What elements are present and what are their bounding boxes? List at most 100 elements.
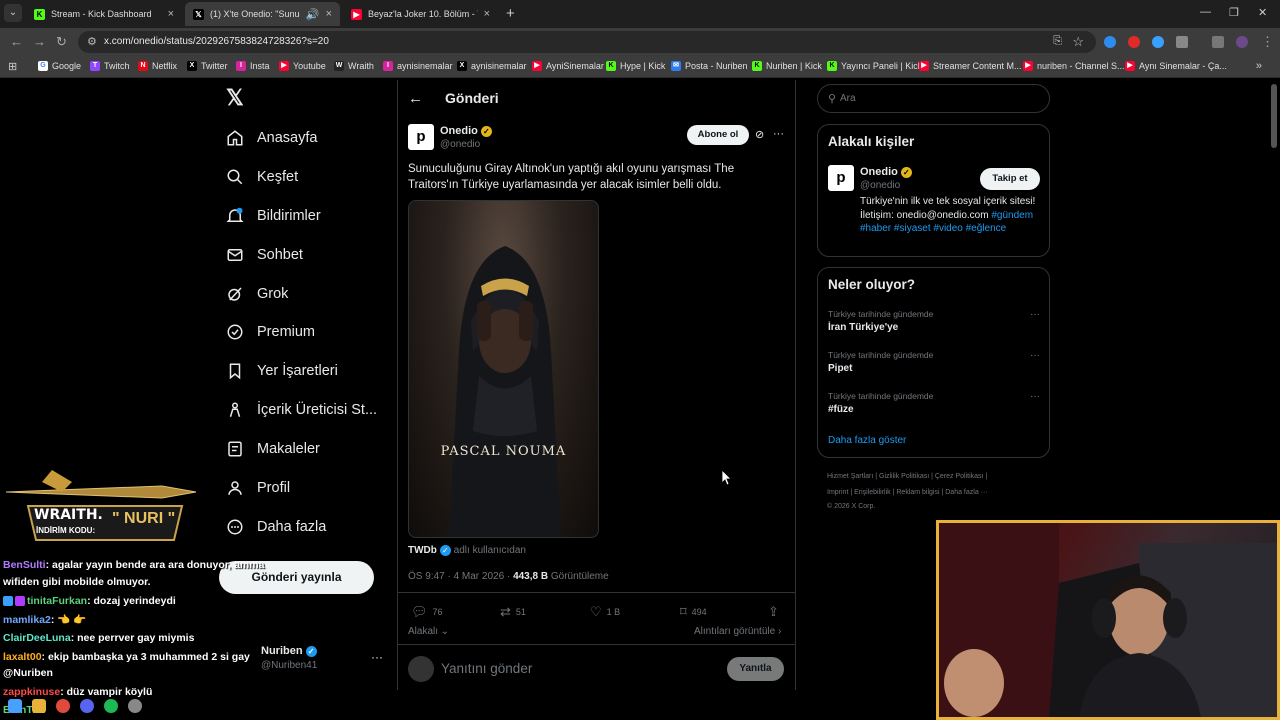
bookmark-aynisinemalar-yt[interactable]: ▶ AyniSinemalar xyxy=(532,61,604,71)
bookmark-ayni-sinemalar[interactable]: ▶ Aynı Sinemalar - Ça... xyxy=(1125,61,1227,71)
bookmark-insta[interactable]: I Insta xyxy=(236,61,270,71)
search-input[interactable]: ⚲ Ara xyxy=(817,84,1050,113)
url-field[interactable]: ⚙ x.com/onedio/status/202926758382472832… xyxy=(78,31,1096,53)
media-credit[interactable]: TWDb ✓ adlı kullanıcıdan xyxy=(408,545,526,556)
chevron-right-icon[interactable]: » xyxy=(1256,60,1262,72)
related-dropdown[interactable]: Alakalı ⌄ xyxy=(408,626,449,637)
tab-kick-dashboard[interactable]: K Stream - Kick Dashboard × xyxy=(26,2,182,26)
nav-creator-studio[interactable]: İçerik Üreticisi St... xyxy=(226,398,377,422)
trend-item[interactable]: Türkiye tarihinde gündemde #füze xyxy=(828,391,933,415)
puzzle-icon[interactable] xyxy=(1176,36,1188,48)
chat-message: mamlika2: 👈 👉 xyxy=(3,614,87,626)
windows-start-icon[interactable] xyxy=(8,699,22,713)
more-dots-icon[interactable]: ··· xyxy=(371,650,383,664)
grok-icon[interactable]: ⊘ xyxy=(755,128,764,141)
sponsor-logo: WRAITH. İNDİRİM KODU: " NURI " xyxy=(2,462,198,546)
scrollbar[interactable] xyxy=(1271,84,1277,148)
close-icon[interactable]: × xyxy=(326,8,332,20)
nav-notifications[interactable]: Bildirimler xyxy=(226,204,321,228)
bookmark-wraith[interactable]: W Wraith xyxy=(334,61,374,71)
reload-icon[interactable]: ↻ xyxy=(56,34,67,50)
bookmark-aynisinemalar-x[interactable]: Xaynisinemalar xyxy=(457,61,527,71)
repost-action[interactable]: ⇄ 51 xyxy=(500,604,526,620)
bookmark-twitch[interactable]: T Twitch xyxy=(90,61,130,71)
folder-icon[interactable] xyxy=(32,699,46,713)
close-window-icon[interactable]: ✕ xyxy=(1258,6,1267,19)
spotify-icon[interactable] xyxy=(104,699,118,713)
extension-icon[interactable] xyxy=(1104,36,1116,48)
kick-icon: K xyxy=(752,61,762,71)
more-dots-icon[interactable]: ··· xyxy=(1030,309,1040,320)
bookmark-nuriben-kick[interactable]: K Nuriben | Kick xyxy=(752,61,822,71)
author-name[interactable]: Onedio ✓ xyxy=(440,125,492,137)
bookmark-hype-kick[interactable]: K Hype | Kick xyxy=(606,61,665,71)
more-dots-icon[interactable]: ··· xyxy=(1030,350,1040,361)
reply-button[interactable]: Yanıtla xyxy=(727,657,784,681)
footer-links[interactable]: Imprint | Erişilebilirlik | Reklam bilgi… xyxy=(827,489,988,496)
minimize-icon[interactable]: — xyxy=(1200,6,1211,18)
site-info-icon[interactable]: ⚙ xyxy=(87,35,97,48)
new-tab-button[interactable]: + xyxy=(506,5,515,22)
reply-action[interactable]: 💬︎ 76 xyxy=(411,604,443,620)
bookmark-posta[interactable]: ✉ Posta - Nuriben xyxy=(671,61,748,71)
nav-chat[interactable]: Sohbet xyxy=(226,243,303,267)
restore-icon[interactable]: ❐ xyxy=(1229,6,1239,19)
footer-links[interactable]: Hizmet Şartları | Gizlilik Politikası | … xyxy=(827,473,987,480)
avatar-icon[interactable] xyxy=(1236,36,1248,48)
reply-input[interactable]: Yanıtını gönder xyxy=(441,661,532,676)
trend-item[interactable]: Türkiye tarihinde gündemde İran Türkiye'… xyxy=(828,309,933,333)
nav-profile[interactable]: Profil xyxy=(226,476,290,500)
forward-arrow-icon[interactable]: → xyxy=(33,34,46,49)
chrome-icon[interactable] xyxy=(56,699,70,713)
author-avatar[interactable]: p xyxy=(408,124,434,150)
more-dots-icon[interactable]: ··· xyxy=(773,128,784,140)
extension-icon[interactable] xyxy=(1152,36,1164,48)
apps-grid-icon[interactable]: ⊞ xyxy=(8,60,17,73)
nav-bookmarks[interactable]: Yer İşaretleri xyxy=(226,359,338,383)
tab-youtube[interactable]: ▶ Beyaz'la Joker 10. Bölüm - YouT × xyxy=(343,2,498,26)
extension-icon[interactable] xyxy=(1128,36,1140,48)
related-name[interactable]: Onedio ✓ xyxy=(860,166,912,178)
view-quotes-link[interactable]: Alıntıları görüntüle › xyxy=(694,626,781,637)
subscribe-button[interactable]: Abone ol xyxy=(687,125,749,145)
nav-home[interactable]: Anasayfa xyxy=(226,126,317,150)
close-icon[interactable]: × xyxy=(484,8,490,20)
menu-dots-icon[interactable]: ⋮ xyxy=(1261,34,1274,50)
author-handle[interactable]: @onedio xyxy=(440,139,480,150)
like-action[interactable]: ♡ 1 B xyxy=(590,604,620,620)
bookmark-star-icon[interactable]: ☆ xyxy=(1072,34,1084,50)
bookmark-netflix[interactable]: N Netflix xyxy=(138,61,177,71)
search-icon: ⚲ xyxy=(828,93,837,105)
bookmark-action[interactable]: ⌑ 494 xyxy=(680,604,707,620)
bookmark-aynisinemalar[interactable]: Iaynisinemalar xyxy=(383,61,453,71)
x-logo-icon[interactable]: 𝕏 xyxy=(226,87,246,109)
obs-icon[interactable] xyxy=(128,699,142,713)
nav-explore[interactable]: Keşfet xyxy=(226,165,298,189)
close-icon[interactable]: × xyxy=(168,8,174,20)
bookmark-youtube[interactable]: ▶ Youtube xyxy=(279,61,326,71)
sidebar-icon[interactable] xyxy=(1212,36,1224,48)
more-dots-icon[interactable]: ··· xyxy=(1030,391,1040,402)
speaker-icon[interactable]: 🔊 xyxy=(306,8,320,21)
bookmark-google[interactable]: G Google xyxy=(38,61,81,71)
tab-search-icon[interactable]: ⌄ xyxy=(4,4,22,22)
show-more-link[interactable]: Daha fazla göster xyxy=(828,435,906,446)
back-arrow-icon[interactable]: ← xyxy=(408,90,423,107)
bookmark-channel-studio[interactable]: ▶ nuriben - Channel S... xyxy=(1023,61,1125,71)
nav-grok[interactable]: Grok xyxy=(226,282,288,306)
nav-articles[interactable]: Makaleler xyxy=(226,437,320,461)
share-action[interactable]: ⇪ xyxy=(768,604,784,620)
tweet-image[interactable]: PASCAL NOUMA xyxy=(408,200,599,538)
discord-icon[interactable] xyxy=(80,699,94,713)
bookmark-streamer-content[interactable]: ▶ Streamer Content M... xyxy=(919,61,1022,71)
bookmark-twitter[interactable]: X Twitter xyxy=(187,61,228,71)
back-arrow-icon[interactable]: ← xyxy=(10,34,23,49)
tab-x-onedio[interactable]: 𝕏 (1) X'te Onedio: "Sunucuğ 🔊 × xyxy=(185,2,340,26)
bookmark-yayinci-paneli[interactable]: K Yayıncı Paneli | Kick xyxy=(827,61,922,71)
follow-button[interactable]: Takip et xyxy=(980,168,1040,190)
avatar[interactable]: p xyxy=(828,165,854,191)
install-icon[interactable]: ⎘ xyxy=(1053,35,1062,48)
trend-item[interactable]: Türkiye tarihinde gündemde Pipet xyxy=(828,350,933,374)
nav-premium[interactable]: Premium xyxy=(226,320,315,344)
nav-more[interactable]: Daha fazla xyxy=(226,515,326,539)
